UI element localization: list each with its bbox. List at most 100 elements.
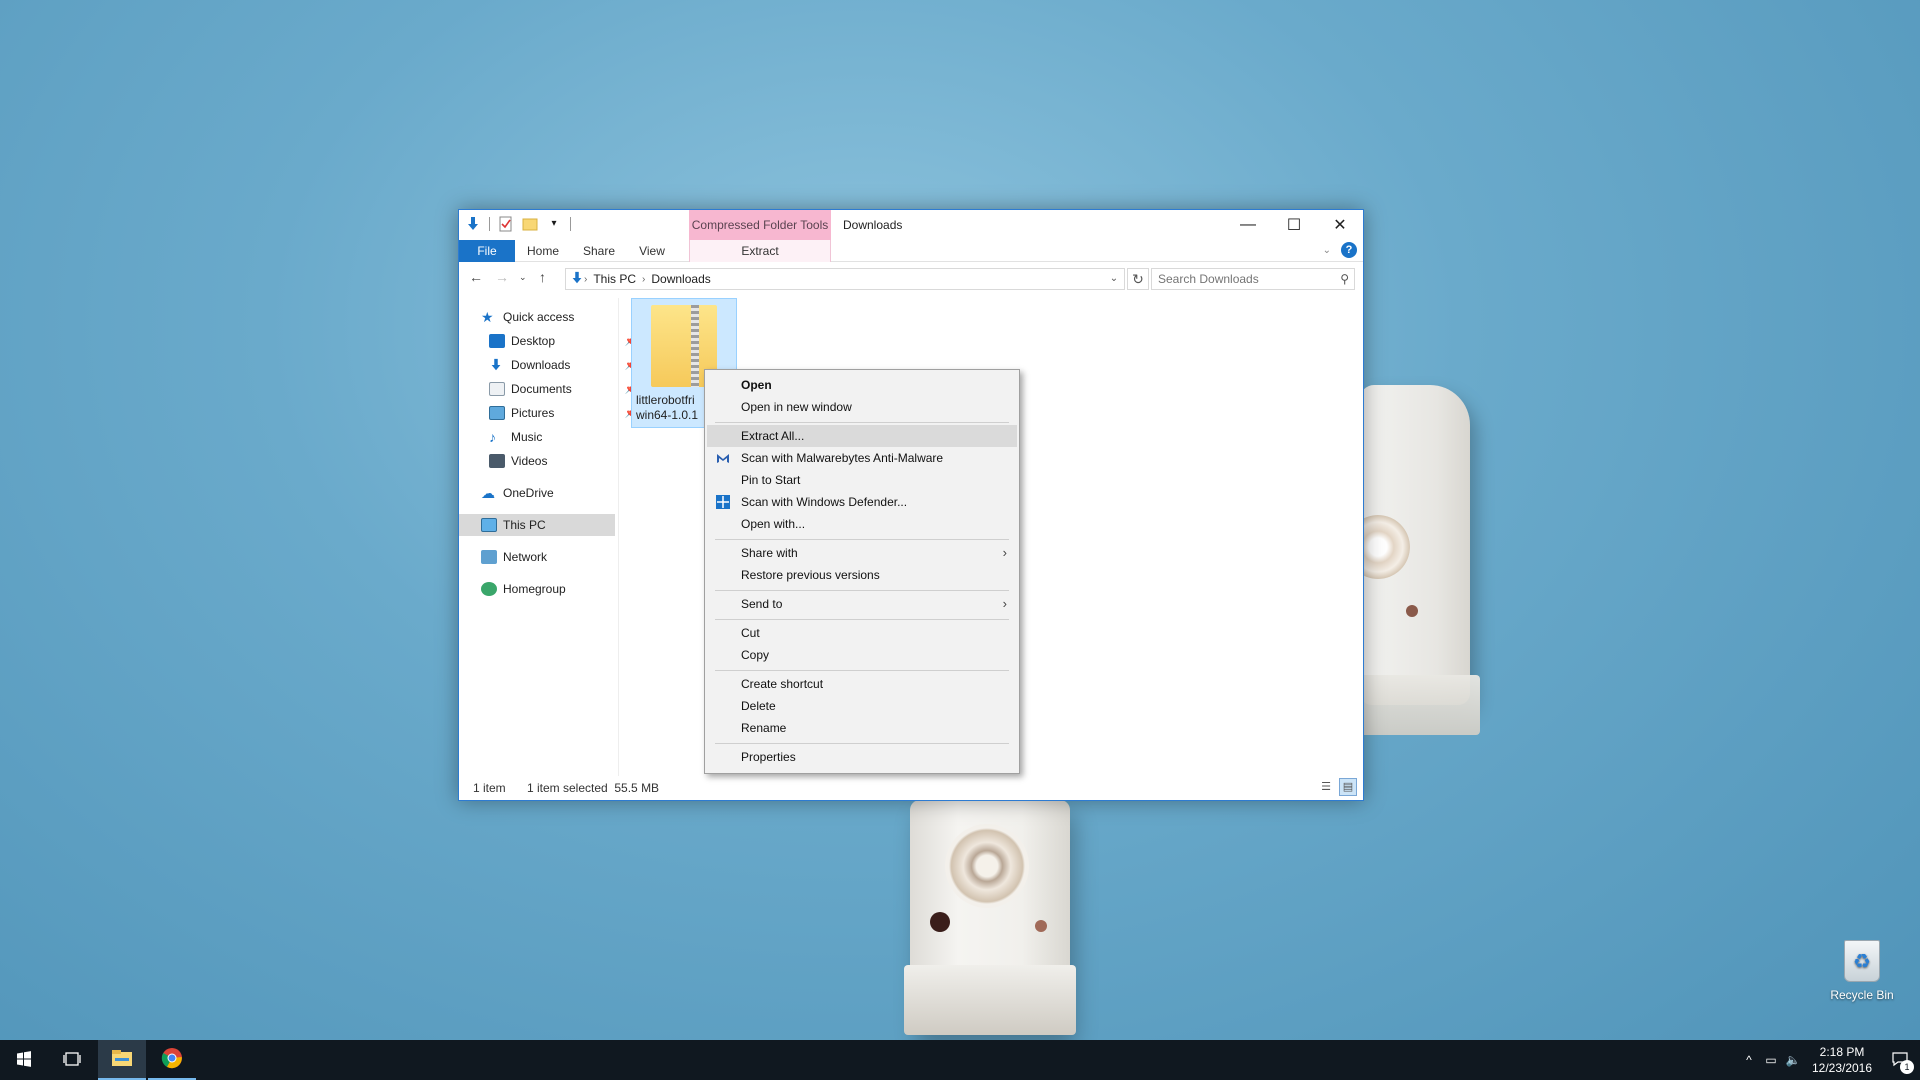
file-name-line-2: win64-1.0.1 [636, 408, 699, 422]
tab-extract[interactable]: Extract [689, 240, 831, 262]
action-center-button[interactable]: 1 [1880, 1040, 1920, 1080]
file-name-line-1: littlerobotfri [636, 393, 695, 407]
address-dropdown-chevron-icon[interactable]: ⌄ [1104, 269, 1124, 289]
volume-icon[interactable]: 🔈 [1782, 1053, 1804, 1067]
customize-toolbar-chevron-icon[interactable]: ▾ [546, 216, 562, 232]
menu-item-open-with[interactable]: Open with... [707, 513, 1017, 535]
tab-share[interactable]: Share [571, 240, 627, 262]
recent-locations-chevron-icon[interactable]: ⌄ [519, 272, 527, 283]
breadcrumb-this-pc[interactable]: This PC [593, 272, 636, 286]
breadcrumb-separator-icon: › [584, 273, 588, 285]
system-tray: ^ ▭ 🔈 2:18 PM 12/23/2016 1 [1738, 1040, 1920, 1080]
task-view-button[interactable] [48, 1040, 96, 1080]
desktop-wallpaper-robot-piece [1346, 385, 1480, 735]
menu-item-scan-defender[interactable]: Scan with Windows Defender... [707, 491, 1017, 513]
menu-item-copy[interactable]: Copy [707, 644, 1017, 666]
video-icon [489, 454, 505, 468]
windows-logo-icon [16, 1050, 32, 1070]
tab-file[interactable]: File [459, 240, 515, 262]
address-bar[interactable]: › This PC › Downloads ⌄ [565, 268, 1125, 290]
menu-item-open[interactable]: Open [707, 374, 1017, 396]
menu-item-extract-all[interactable]: Extract All... [707, 425, 1017, 447]
sidebar-item-quick-access[interactable]: ★ Quick access [481, 306, 637, 328]
details-view-icon[interactable]: ☰ [1317, 778, 1335, 796]
menu-item-properties[interactable]: Properties [707, 746, 1017, 768]
show-hidden-icons-chevron-icon[interactable]: ^ [1738, 1053, 1760, 1067]
menu-item-create-shortcut[interactable]: Create shortcut [707, 673, 1017, 695]
music-note-icon: ♪ [489, 429, 496, 445]
maximize-button[interactable]: ☐ [1271, 210, 1317, 240]
breadcrumb-downloads[interactable]: Downloads [651, 272, 710, 286]
sidebar-item-label: Quick access [503, 310, 575, 324]
back-arrow-icon[interactable]: ← [469, 269, 483, 285]
taskbar-chrome[interactable] [148, 1040, 196, 1080]
wallpaper-ring-2 [945, 824, 1029, 908]
recycle-bin-label: Recycle Bin [1830, 988, 1894, 1002]
toolbar-divider [489, 217, 490, 231]
submenu-chevron-right-icon: › [1002, 545, 1007, 560]
title-bar: ▾ Compressed Folder Tools Downloads — ☐ … [459, 210, 1363, 240]
wallpaper-cap [1360, 675, 1480, 735]
menu-item-open-new-window[interactable]: Open in new window [707, 396, 1017, 418]
sidebar-item-label: Documents [511, 382, 572, 396]
start-button[interactable] [0, 1040, 48, 1080]
refresh-icon: ↻ [1132, 271, 1144, 287]
close-button[interactable]: ✕ [1317, 210, 1363, 240]
clock[interactable]: 2:18 PM 12/23/2016 [1804, 1044, 1880, 1076]
window-controls: — ☐ ✕ [1225, 210, 1363, 240]
menu-item-label: Scan with Windows Defender... [741, 495, 908, 509]
breadcrumb-separator-icon: › [642, 273, 646, 285]
sidebar-item-onedrive[interactable]: ☁ OneDrive [481, 482, 637, 504]
file-name: littlerobotfri win64-1.0.1 [636, 393, 706, 423]
tab-home[interactable]: Home [515, 240, 571, 262]
computer-icon [481, 518, 497, 532]
expand-ribbon-chevron-icon[interactable]: ⌄ [1323, 245, 1331, 256]
sidebar-item-this-pc[interactable]: This PC [459, 514, 615, 536]
menu-item-pin-to-start[interactable]: Pin to Start [707, 469, 1017, 491]
forward-arrow-icon[interactable]: → [495, 269, 509, 285]
address-row: ← → ⌄ ↑ › This PC › Downloads ⌄ ↻ ⚲ [459, 265, 1363, 293]
clock-date: 12/23/2016 [1811, 1061, 1873, 1075]
menu-item-label: Share with [741, 546, 798, 560]
properties-icon[interactable] [498, 216, 514, 232]
menu-separator [715, 743, 1009, 744]
item-count: 1 item [473, 781, 506, 795]
menu-item-scan-malwarebytes[interactable]: Scan with Malwarebytes Anti-Malware [707, 447, 1017, 469]
status-bar: 1 item 1 item selected 55.5 MB ☰ ▤ [459, 776, 1363, 800]
network-status-icon[interactable]: ▭ [1760, 1053, 1782, 1067]
menu-item-cut[interactable]: Cut [707, 622, 1017, 644]
file-explorer-icon [111, 1049, 133, 1070]
menu-item-share-with[interactable]: Share with › [707, 542, 1017, 564]
up-arrow-icon[interactable]: ↑ [539, 269, 546, 285]
new-folder-icon[interactable] [522, 216, 538, 232]
notification-count-badge: 1 [1900, 1060, 1914, 1074]
menu-item-rename[interactable]: Rename [707, 717, 1017, 739]
search-icon[interactable]: ⚲ [1340, 272, 1349, 286]
refresh-button[interactable]: ↻ [1127, 268, 1149, 290]
menu-item-send-to[interactable]: Send to › [707, 593, 1017, 615]
sidebar-item-label: Videos [511, 454, 548, 468]
large-icons-view-icon[interactable]: ▤ [1339, 778, 1357, 796]
search-input[interactable] [1151, 268, 1355, 290]
sidebar-item-network[interactable]: Network [481, 546, 637, 568]
wallpaper-base [904, 965, 1076, 1035]
ribbon-tabs: File Home Share View Extract [459, 240, 1363, 262]
cloud-icon: ☁ [481, 485, 495, 501]
download-arrow-icon[interactable] [465, 216, 481, 232]
help-icon[interactable]: ? [1341, 242, 1357, 258]
tab-view[interactable]: View [627, 240, 677, 262]
menu-item-restore-previous-versions[interactable]: Restore previous versions [707, 564, 1017, 586]
menu-separator [715, 619, 1009, 620]
menu-separator [715, 422, 1009, 423]
sidebar-item-label: Music [511, 430, 543, 444]
windows-defender-icon [715, 494, 731, 510]
star-icon: ★ [481, 309, 494, 325]
taskbar-file-explorer[interactable] [98, 1040, 146, 1080]
recycle-bin-shortcut[interactable]: Recycle Bin [1825, 940, 1899, 1002]
sidebar-item-homegroup[interactable]: Homegroup [481, 578, 637, 600]
minimize-button[interactable]: — [1225, 210, 1271, 240]
sidebar-item-label: Pictures [511, 406, 555, 420]
window-title: Downloads [843, 218, 903, 232]
menu-item-delete[interactable]: Delete [707, 695, 1017, 717]
wallpaper-led [1406, 605, 1418, 617]
